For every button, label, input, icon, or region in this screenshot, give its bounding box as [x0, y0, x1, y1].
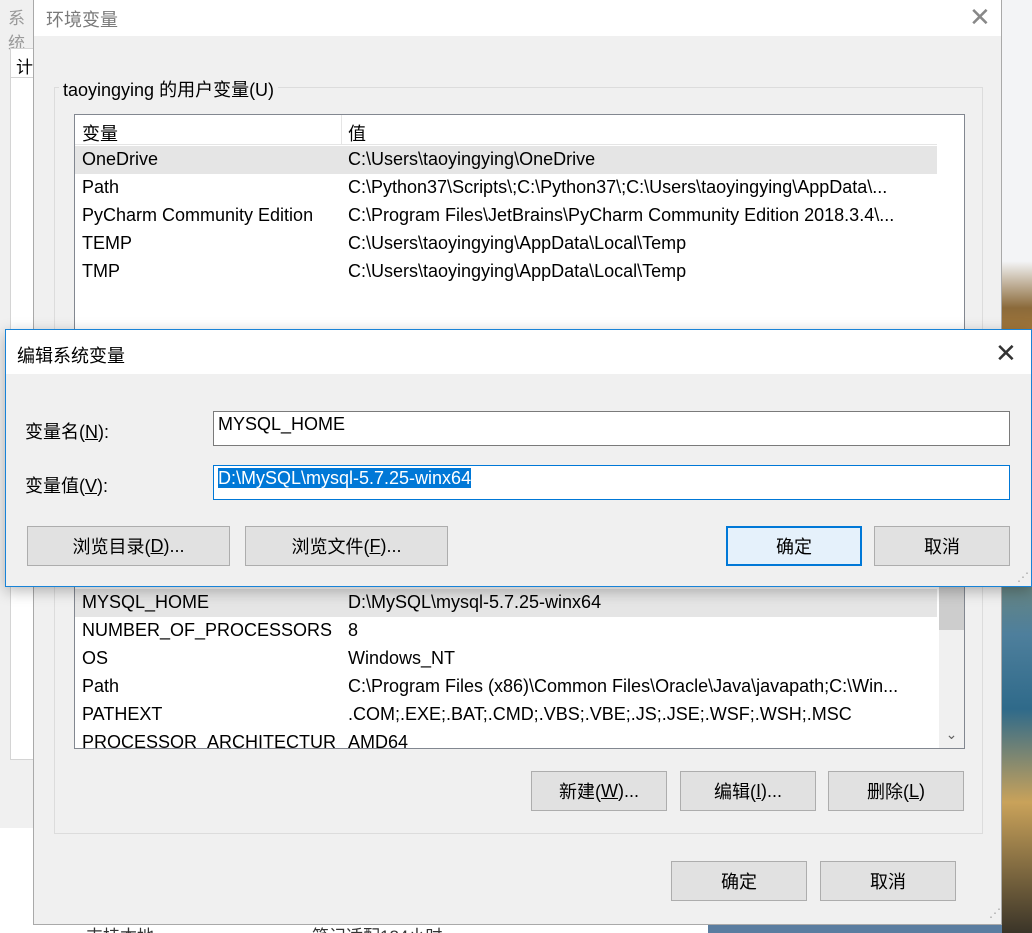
- browse-directory-key: D: [150, 535, 164, 556]
- user-variables-label: taoyingying 的用户变量(U): [59, 76, 279, 102]
- table-row[interactable]: OS Windows_NT: [75, 645, 937, 673]
- close-icon[interactable]: ✕: [995, 340, 1017, 366]
- vertical-scrollbar[interactable]: ⌄: [939, 586, 964, 748]
- var-value: AMD64: [348, 732, 409, 749]
- env-window-title: 环境变量: [46, 10, 118, 30]
- env-cancel-button[interactable]: 取消: [820, 861, 956, 901]
- var-name: PROCESSOR_ARCHITECTURE: [82, 732, 337, 749]
- var-name: Path: [82, 177, 120, 197]
- delete-button-label: 删除(: [866, 782, 909, 802]
- table-row[interactable]: TMP C:\Users\taoyingying\AppData\Local\T…: [75, 258, 937, 286]
- delete-button-key: L: [908, 780, 919, 801]
- variable-value-label-key: V: [85, 476, 98, 496]
- table-row[interactable]: PyCharm Community Edition C:\Program Fil…: [75, 202, 937, 230]
- column-header-name[interactable]: 变量: [82, 120, 118, 146]
- column-separator: [341, 115, 342, 145]
- var-name: PyCharm Community Edition: [82, 205, 314, 225]
- edit-button-suffix: )...: [761, 780, 782, 801]
- edit-cancel-button[interactable]: 取消: [874, 526, 1010, 566]
- variable-name-label-suffix: ):: [98, 422, 109, 442]
- var-name: TMP: [82, 261, 120, 281]
- edit-dialog-title: 编辑系统变量: [17, 346, 125, 366]
- delete-button-suffix: ): [919, 780, 925, 801]
- edit-system-variable-dialog: 编辑系统变量 ✕ 变量名(N): MYSQL_HOME 变量值(V): D:\M…: [5, 329, 1032, 587]
- desktop-background-bottom: [708, 925, 1002, 933]
- browse-directory-label: 浏览目录(: [72, 537, 151, 557]
- table-row[interactable]: MYSQL_HOME D:\MySQL\mysql-5.7.25-winx64: [75, 589, 937, 617]
- variable-value-field[interactable]: D:\MySQL\mysql-5.7.25-winx64: [213, 465, 1010, 500]
- var-value: Windows_NT: [348, 648, 456, 668]
- browse-file-suffix: )...: [380, 535, 402, 556]
- table-row[interactable]: TEMP C:\Users\taoyingying\AppData\Local\…: [75, 230, 937, 258]
- var-value: C:\Program Files (x86)\Common Files\Orac…: [348, 676, 899, 696]
- browse-directory-button[interactable]: 浏览目录(D)...: [27, 526, 230, 566]
- new-button-suffix: )...: [618, 780, 639, 801]
- browse-file-button[interactable]: 浏览文件(F)...: [245, 526, 448, 566]
- close-icon[interactable]: ✕: [969, 4, 991, 30]
- variable-name-label-text: 变量名(: [25, 422, 85, 442]
- var-value: C:\Python37\Scripts\;C:\Python37\;C:\Use…: [348, 177, 888, 197]
- chevron-down-icon[interactable]: ⌄: [939, 726, 964, 743]
- table-row[interactable]: PATHEXT .COM;.EXE;.BAT;.CMD;.VBS;.VBE;.J…: [75, 701, 937, 729]
- var-name: MYSQL_HOME: [82, 592, 210, 612]
- new-button[interactable]: 新建(W)...: [531, 771, 667, 811]
- system-variables-list[interactable]: MYSQL_HOME D:\MySQL\mysql-5.7.25-winx64 …: [74, 585, 965, 749]
- column-header-value[interactable]: 值: [348, 120, 366, 146]
- var-name: Path: [82, 676, 120, 696]
- variable-name-field[interactable]: MYSQL_HOME: [213, 411, 1010, 446]
- var-name: TEMP: [82, 233, 133, 253]
- browse-file-label: 浏览文件(: [291, 537, 370, 557]
- var-name: NUMBER_OF_PROCESSORS: [82, 620, 333, 640]
- resize-grip-icon[interactable]: ⋰: [1017, 570, 1029, 584]
- var-value: C:\Users\taoyingying\AppData\Local\Temp: [348, 261, 687, 281]
- table-row[interactable]: PROCESSOR_ARCHITECTURE AMD64: [75, 729, 937, 749]
- browse-file-key: F: [369, 535, 381, 556]
- var-value: C:\Users\taoyingying\AppData\Local\Temp: [348, 233, 687, 253]
- var-value: D:\MySQL\mysql-5.7.25-winx64: [348, 592, 602, 612]
- var-name: PATHEXT: [82, 704, 163, 724]
- env-titlebar: 环境变量 ✕: [34, 0, 1001, 36]
- delete-button[interactable]: 删除(L): [828, 771, 964, 811]
- var-value: 8: [348, 620, 359, 640]
- edit-dialog-titlebar: 编辑系统变量 ✕: [6, 330, 1031, 374]
- table-row[interactable]: NUMBER_OF_PROCESSORS 8: [75, 617, 937, 645]
- edit-ok-button[interactable]: 确定: [726, 526, 862, 566]
- scrollbar-thumb[interactable]: [939, 586, 964, 630]
- variable-value-label-suffix: ):: [97, 476, 109, 496]
- variable-name-label: 变量名(N):: [25, 418, 109, 444]
- var-name: OneDrive: [82, 149, 159, 169]
- table-row[interactable]: Path C:\Python37\Scripts\;C:\Python37\;C…: [75, 174, 937, 202]
- user-variables-list[interactable]: 变量 值 OneDrive C:\Users\taoyingying\OneDr…: [74, 114, 965, 344]
- variable-name-label-key: N: [85, 422, 98, 442]
- variable-value-label-text: 变量值(: [25, 476, 85, 496]
- resize-grip-icon[interactable]: ⋰: [989, 906, 1001, 920]
- var-value: .COM;.EXE;.BAT;.CMD;.VBS;.VBE;.JS;.JSE;.…: [348, 704, 852, 724]
- variable-value-label: 变量值(V):: [25, 472, 108, 498]
- browse-directory-suffix: )...: [163, 535, 185, 556]
- edit-button[interactable]: 编辑(I)...: [680, 771, 816, 811]
- table-row[interactable]: OneDrive C:\Users\taoyingying\OneDrive: [75, 146, 937, 174]
- var-value: C:\Users\taoyingying\OneDrive: [348, 149, 596, 169]
- table-row[interactable]: Path C:\Program Files (x86)\Common Files…: [75, 673, 937, 701]
- new-button-key: W: [601, 780, 618, 801]
- env-ok-button[interactable]: 确定: [671, 861, 807, 901]
- var-value: C:\Program Files\JetBrains\PyCharm Commu…: [348, 205, 895, 225]
- variable-value-selection: D:\MySQL\mysql-5.7.25-winx64: [218, 468, 472, 488]
- new-button-label: 新建(: [559, 782, 601, 802]
- user-list-header: 变量 值: [75, 115, 937, 145]
- edit-button-label: 编辑(: [713, 782, 756, 802]
- var-name: OS: [82, 648, 109, 668]
